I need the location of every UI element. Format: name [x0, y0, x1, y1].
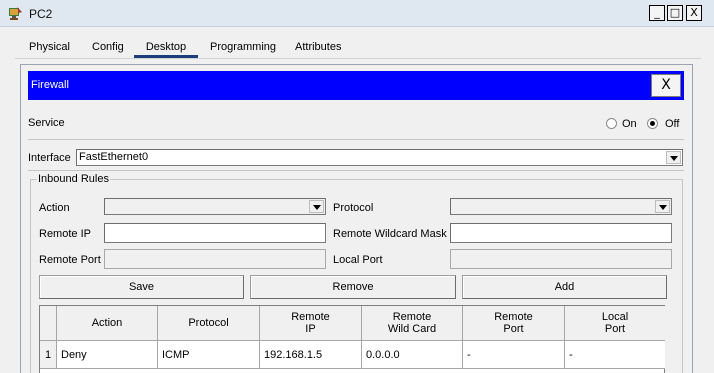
firewall-close-button[interactable]: X	[651, 74, 681, 97]
pc-app-icon	[9, 7, 22, 20]
service-on-radio[interactable]	[606, 118, 617, 129]
tab-divider	[15, 58, 701, 59]
table-header-index	[40, 306, 57, 341]
maximize-button[interactable]: □	[667, 5, 683, 21]
tab-programming[interactable]: Programming	[210, 36, 276, 58]
local-port-input[interactable]	[450, 249, 672, 269]
remote-port-label: Remote Port	[39, 254, 101, 266]
inbound-rules-title: Inbound Rules	[37, 173, 110, 185]
tab-physical[interactable]: Physical	[29, 36, 70, 58]
interface-select-value: FastEthernet0	[79, 151, 149, 163]
firewall-header: Firewall X	[28, 71, 684, 100]
service-on-label: On	[622, 118, 637, 130]
table-row-number[interactable]: 1	[40, 341, 57, 369]
save-button[interactable]: Save	[39, 275, 244, 299]
close-window-button[interactable]: X	[686, 5, 702, 21]
protocol-select[interactable]	[450, 198, 672, 215]
service-label: Service	[28, 117, 65, 129]
table-cell-remote-port[interactable]: -	[463, 341, 565, 369]
chevron-down-icon	[309, 200, 324, 213]
interface-select[interactable]: FastEthernet0	[76, 149, 683, 166]
chevron-down-icon	[655, 200, 670, 213]
interface-label: Interface	[28, 152, 71, 164]
window-title: PC2	[29, 7, 53, 21]
table-header-remote-port[interactable]: Remote Port	[463, 306, 565, 341]
table-header-local-port[interactable]: Local Port	[565, 306, 665, 341]
remote-ip-label: Remote IP	[39, 228, 91, 240]
chevron-down-icon	[666, 151, 681, 164]
table-header-remote-ip[interactable]: Remote IP	[260, 306, 362, 341]
tab-config[interactable]: Config	[92, 36, 124, 58]
tab-desktop[interactable]: Desktop	[134, 36, 198, 58]
tab-attributes[interactable]: Attributes	[295, 36, 341, 58]
table-cell-action[interactable]: Deny	[57, 341, 158, 369]
interface-divider	[28, 170, 684, 171]
service-divider	[28, 139, 684, 140]
remove-button[interactable]: Remove	[250, 275, 456, 299]
table-cell-local-port[interactable]: -	[565, 341, 665, 369]
remote-wildcard-input[interactable]	[450, 223, 672, 243]
service-off-label: Off	[665, 118, 680, 130]
window-title-bar: PC2 _ □ X	[0, 0, 714, 27]
table-cell-remote-ip[interactable]: 192.168.1.5	[260, 341, 362, 369]
local-port-label: Local Port	[333, 254, 383, 266]
table-header-action[interactable]: Action	[57, 306, 158, 341]
remote-port-input[interactable]	[104, 249, 326, 269]
action-select[interactable]	[104, 198, 326, 215]
table-cell-remote-wildcard[interactable]: 0.0.0.0	[362, 341, 463, 369]
firewall-title: Firewall	[31, 79, 69, 91]
minimize-button[interactable]: _	[649, 5, 665, 21]
remote-ip-input[interactable]	[104, 223, 326, 243]
remote-wildcard-label: Remote Wildcard Mask	[333, 228, 447, 240]
protocol-label: Protocol	[333, 202, 374, 214]
add-button[interactable]: Add	[462, 275, 667, 299]
table-header-remote-wildcard[interactable]: Remote Wild Card	[362, 306, 463, 341]
service-off-radio[interactable]	[647, 118, 658, 129]
rules-table: Action Protocol Remote IP Remote Wild Ca…	[39, 305, 665, 373]
action-label: Action	[39, 202, 70, 214]
table-header-protocol[interactable]: Protocol	[158, 306, 260, 341]
table-cell-protocol[interactable]: ICMP	[158, 341, 260, 369]
